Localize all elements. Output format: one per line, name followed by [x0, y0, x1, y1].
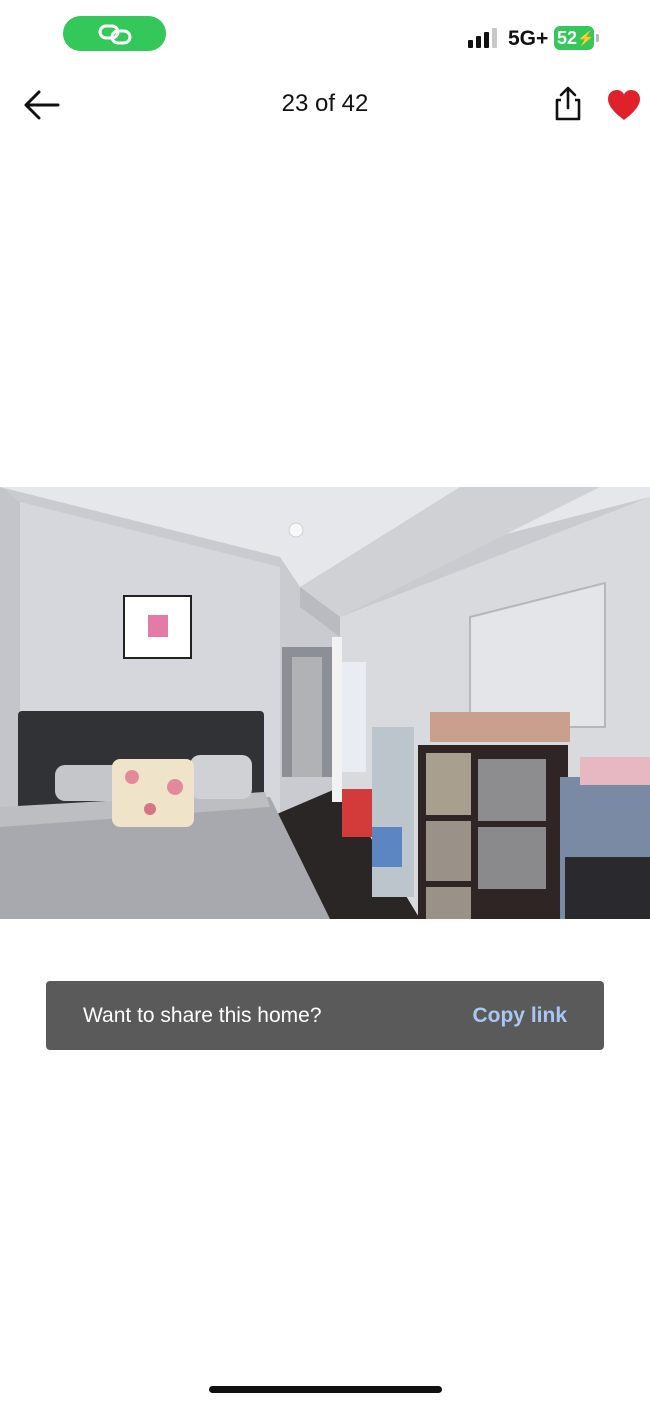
link-icon	[98, 24, 131, 44]
network-type: 5G+	[508, 27, 549, 50]
active-link-indicator[interactable]	[63, 16, 166, 51]
share-icon	[555, 86, 581, 121]
battery-cap	[596, 34, 599, 42]
favorite-button[interactable]	[606, 88, 642, 122]
copy-link-button[interactable]: Copy link	[472, 1004, 567, 1028]
listing-photo[interactable]	[0, 487, 650, 919]
bedroom-photo	[0, 487, 650, 919]
battery-level: 52	[557, 27, 578, 48]
heart-icon	[608, 90, 640, 120]
battery-icon: 52 ⚡	[554, 26, 594, 50]
share-toast: Want to share this home? Copy link	[46, 981, 604, 1050]
toast-message: Want to share this home?	[83, 1003, 322, 1027]
signal-strength-icon	[468, 28, 497, 48]
home-indicator[interactable]	[209, 1386, 442, 1393]
share-button[interactable]	[552, 86, 584, 122]
charging-bolt-icon: ⚡	[577, 29, 595, 46]
